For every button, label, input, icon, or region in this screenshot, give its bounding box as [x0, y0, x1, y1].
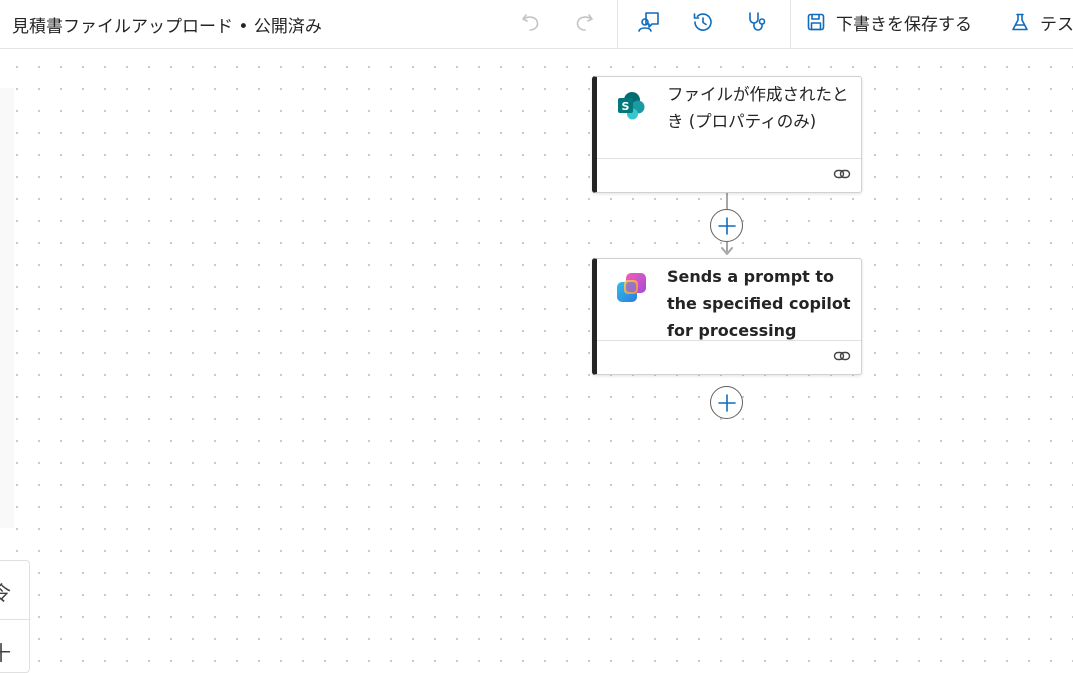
- fit-view-button[interactable]: 令: [0, 577, 11, 606]
- flow-title: 見積書ファイルアップロード • 公開済み: [12, 17, 322, 37]
- add-step-button[interactable]: [710, 386, 743, 419]
- card-divider: [597, 340, 861, 341]
- undo-icon: [522, 14, 539, 31]
- redo-icon: [576, 14, 593, 31]
- svg-text:S: S: [622, 100, 630, 113]
- top-toolbar: 見積書ファイルアップロード • 公開済み 下書きを保存する テス: [0, 0, 1073, 49]
- undo-button[interactable]: [517, 8, 545, 36]
- connector-arrow-icon: [721, 247, 733, 255]
- card-divider: [597, 158, 861, 159]
- redo-button[interactable]: [570, 8, 598, 36]
- trigger-node-title: ファイルが作成されたとき (プロパティのみ): [667, 85, 849, 131]
- link-icon[interactable]: [833, 349, 851, 363]
- zoom-divider: [0, 619, 29, 620]
- test-button[interactable]: テスト: [1010, 8, 1073, 36]
- flow-checker-button[interactable]: [743, 8, 771, 36]
- test-label: テスト: [1040, 14, 1073, 35]
- action-node-title: Sends a prompt to the specified copilot …: [667, 267, 851, 340]
- sharepoint-icon: S: [618, 92, 645, 120]
- flask-icon: [1012, 13, 1028, 31]
- trigger-node-card[interactable]: S ファイルが作成されたとき (プロパティのみ): [592, 76, 862, 193]
- zoom-in-button[interactable]: 十: [0, 637, 11, 666]
- designer-canvas[interactable]: [0, 50, 1073, 673]
- action-node-card[interactable]: Sends a prompt to the specified copilot …: [592, 258, 862, 375]
- version-history-button[interactable]: [689, 8, 717, 36]
- copilot-chat-button[interactable]: [635, 8, 663, 36]
- save-draft-label: 下書きを保存する: [836, 14, 972, 35]
- save-icon: [807, 13, 825, 31]
- plus-icon: [717, 216, 736, 235]
- copilot-studio-icon: [617, 273, 646, 302]
- stethoscope-icon: [749, 12, 766, 31]
- toolbar-divider: [617, 0, 618, 48]
- save-draft-button[interactable]: 下書きを保存する: [806, 8, 972, 36]
- zoom-controls: 令 十: [0, 560, 30, 673]
- history-icon: [693, 13, 712, 31]
- toolbar-divider: [790, 0, 791, 48]
- plus-icon: [717, 393, 736, 412]
- link-icon[interactable]: [833, 167, 851, 181]
- insert-step-button[interactable]: [710, 209, 743, 242]
- canvas-left-edge: [0, 88, 14, 528]
- copilot-chat-icon: [638, 12, 659, 32]
